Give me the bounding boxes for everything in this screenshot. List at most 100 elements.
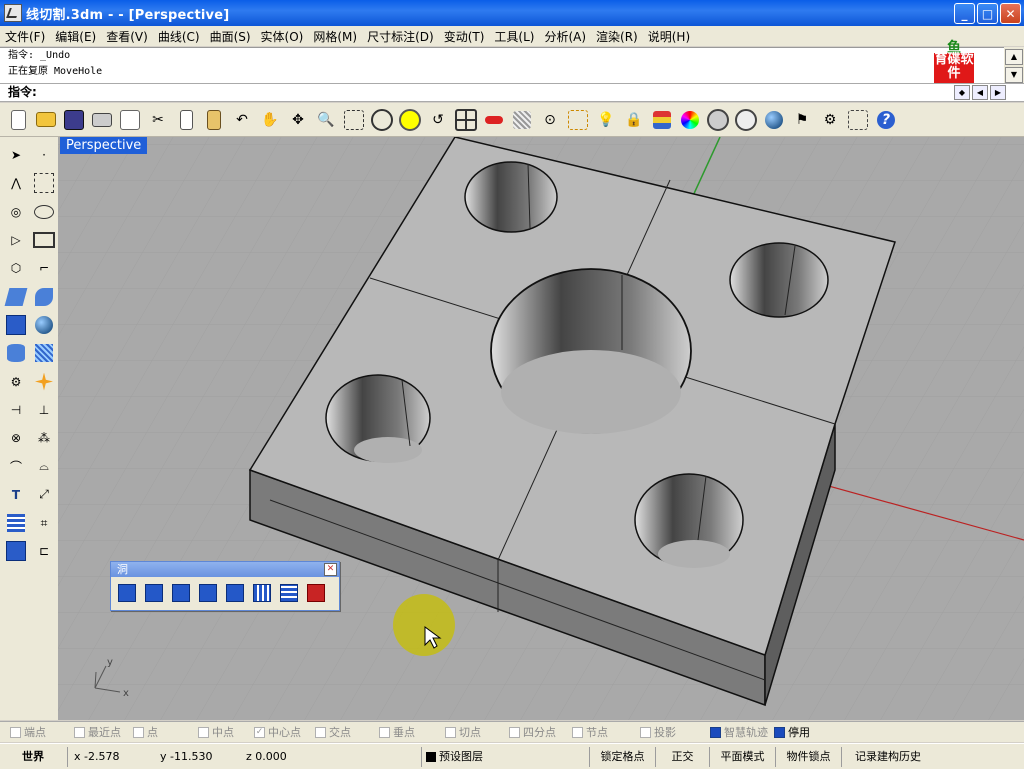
dimension-icon[interactable]: ⌗ (30, 509, 58, 537)
snap-grid-icon[interactable] (846, 108, 870, 132)
undo-icon[interactable]: ↶ (230, 108, 254, 132)
mesh-icon[interactable] (30, 339, 58, 367)
arc-icon[interactable]: ⌒ (2, 452, 30, 480)
make-hole-icon[interactable] (115, 582, 138, 604)
grid-snap-icon[interactable]: ⊙ (538, 108, 562, 132)
array-icon[interactable]: ⁂ (30, 424, 58, 452)
osnap-center[interactable]: ✓ 中心点 (254, 724, 301, 740)
osnap-checkbox[interactable] (572, 726, 583, 738)
options-gear-icon[interactable]: ⚙ (818, 108, 842, 132)
status-world[interactable]: 世界 (0, 746, 68, 767)
osnap-nearest[interactable]: 最近点 (74, 724, 121, 740)
color-wheel-icon[interactable] (678, 108, 702, 132)
delete-hole-icon[interactable] (304, 582, 327, 604)
osnap-quadrant[interactable]: 四分点 (509, 724, 556, 740)
circle-icon[interactable]: ◎ (2, 198, 30, 226)
osnap-endpoint[interactable]: 端点 (10, 724, 46, 740)
zoom-window-icon[interactable] (342, 108, 366, 132)
close-button[interactable]: ✕ (1000, 3, 1021, 24)
menu-render[interactable]: 渲染(R) (591, 28, 643, 45)
osnap-checkbox[interactable] (445, 726, 456, 738)
gear-tool-icon[interactable]: ⚙ (2, 367, 30, 395)
status-osnap[interactable]: 物件锁点 (776, 746, 842, 767)
status-ortho[interactable]: 正交 (656, 746, 710, 767)
scroll-up-icon[interactable]: ▲ (1005, 49, 1023, 65)
offset-icon[interactable]: ⌓ (30, 452, 58, 480)
osnap-checkbox[interactable] (710, 726, 721, 738)
status-planar[interactable]: 平面模式 (710, 746, 776, 767)
osnap-checkbox[interactable] (74, 726, 85, 738)
scroll-down-icon[interactable]: ▼ (1005, 67, 1023, 83)
history-scrollbar[interactable]: ▲ ▼ (1004, 47, 1024, 83)
save-icon[interactable] (62, 108, 86, 132)
open-folder-icon[interactable] (34, 108, 58, 132)
osnap-project[interactable]: 投影 (640, 724, 676, 740)
trim-icon[interactable]: ⊣ (2, 396, 30, 424)
scale-icon[interactable]: ⤢ (30, 481, 58, 509)
osnap-intersection[interactable]: 交点 (315, 724, 351, 740)
osnap-midpoint[interactable]: 中点 (198, 724, 234, 740)
spin-icon[interactable]: ◆ (954, 85, 970, 100)
copy-icon[interactable] (174, 108, 198, 132)
viewport-title-tab[interactable]: Perspective (60, 137, 148, 154)
menu-solid[interactable]: 实体(O) (256, 28, 309, 45)
four-view-icon[interactable] (454, 108, 478, 132)
curve-icon[interactable] (30, 169, 58, 197)
osnap-checkbox[interactable]: ✓ (254, 726, 265, 738)
status-record-history[interactable]: 记录建构历史 (842, 747, 934, 767)
hexagon-icon[interactable]: ⬡ (2, 254, 30, 282)
menu-mesh[interactable]: 网格(M) (308, 28, 362, 45)
point-tool-icon[interactable]: · (30, 141, 58, 169)
surface-icon[interactable] (2, 282, 30, 310)
cylinder-icon[interactable] (2, 339, 30, 367)
sphere-icon[interactable] (30, 311, 58, 339)
menu-surface[interactable]: 曲面(S) (205, 28, 256, 45)
polar-array-hole-icon[interactable] (277, 582, 300, 604)
smart-track-toggle[interactable]: 智慧轨迹 (710, 724, 768, 740)
palette-close-icon[interactable]: ✕ (324, 563, 337, 576)
pan-hand-icon[interactable]: ✋ (258, 108, 282, 132)
wireframe-icon[interactable] (706, 108, 730, 132)
round-hole-icon[interactable] (169, 582, 192, 604)
menu-analyze[interactable]: 分析(A) (539, 28, 591, 45)
fillet-icon[interactable]: ⌐ (30, 254, 58, 282)
lock-icon[interactable]: 🔒 (622, 108, 646, 132)
menu-transform[interactable]: 变动(T) (439, 28, 490, 45)
text-icon[interactable]: T (2, 481, 30, 509)
boolean-icon[interactable]: ⊗ (2, 424, 30, 452)
menu-edit[interactable]: 编辑(E) (50, 28, 101, 45)
restore-button[interactable]: □ (977, 3, 998, 24)
cplane-icon[interactable] (510, 108, 534, 132)
rotate-view-icon[interactable]: ✥ (286, 108, 310, 132)
revolve-icon[interactable] (30, 282, 58, 310)
osnap-checkbox[interactable] (315, 726, 326, 738)
render-sphere-icon[interactable] (762, 108, 786, 132)
explode-icon[interactable] (30, 367, 58, 395)
solid-edit-icon[interactable] (2, 537, 30, 565)
minimize-button[interactable]: _ (954, 3, 975, 24)
osnap-checkbox[interactable] (640, 726, 651, 738)
osnap-checkbox[interactable] (198, 726, 209, 738)
move-hole-icon[interactable] (223, 582, 246, 604)
point-icon[interactable] (566, 108, 590, 132)
osnap-checkbox[interactable] (774, 726, 785, 738)
zoom-selected-icon[interactable] (398, 108, 422, 132)
car-view-icon[interactable] (482, 108, 506, 132)
menu-help[interactable]: 说明(H) (643, 28, 695, 45)
menu-file[interactable]: 文件(F) (0, 28, 50, 45)
hole-toolbar-palette[interactable]: 洞 ✕ (110, 561, 340, 611)
next-arrow-icon[interactable]: ▶ (990, 85, 1006, 100)
menu-curve[interactable]: 曲线(C) (153, 28, 205, 45)
status-grid-snap[interactable]: 锁定格点 (590, 746, 656, 767)
box-icon[interactable] (2, 311, 30, 339)
osnap-checkbox[interactable] (10, 726, 21, 738)
cut-icon[interactable]: ✂ (146, 108, 170, 132)
undo-view-icon[interactable]: ↺ (426, 108, 450, 132)
place-hole-icon[interactable] (196, 582, 219, 604)
export-icon[interactable] (118, 108, 142, 132)
polyline-icon[interactable]: ⋀ (2, 169, 30, 197)
select-arrow-icon[interactable]: ➤ (2, 141, 30, 169)
prev-arrow-icon[interactable]: ◀ (972, 85, 988, 100)
extract-hole-icon[interactable] (142, 582, 165, 604)
ghosted-icon[interactable] (734, 108, 758, 132)
